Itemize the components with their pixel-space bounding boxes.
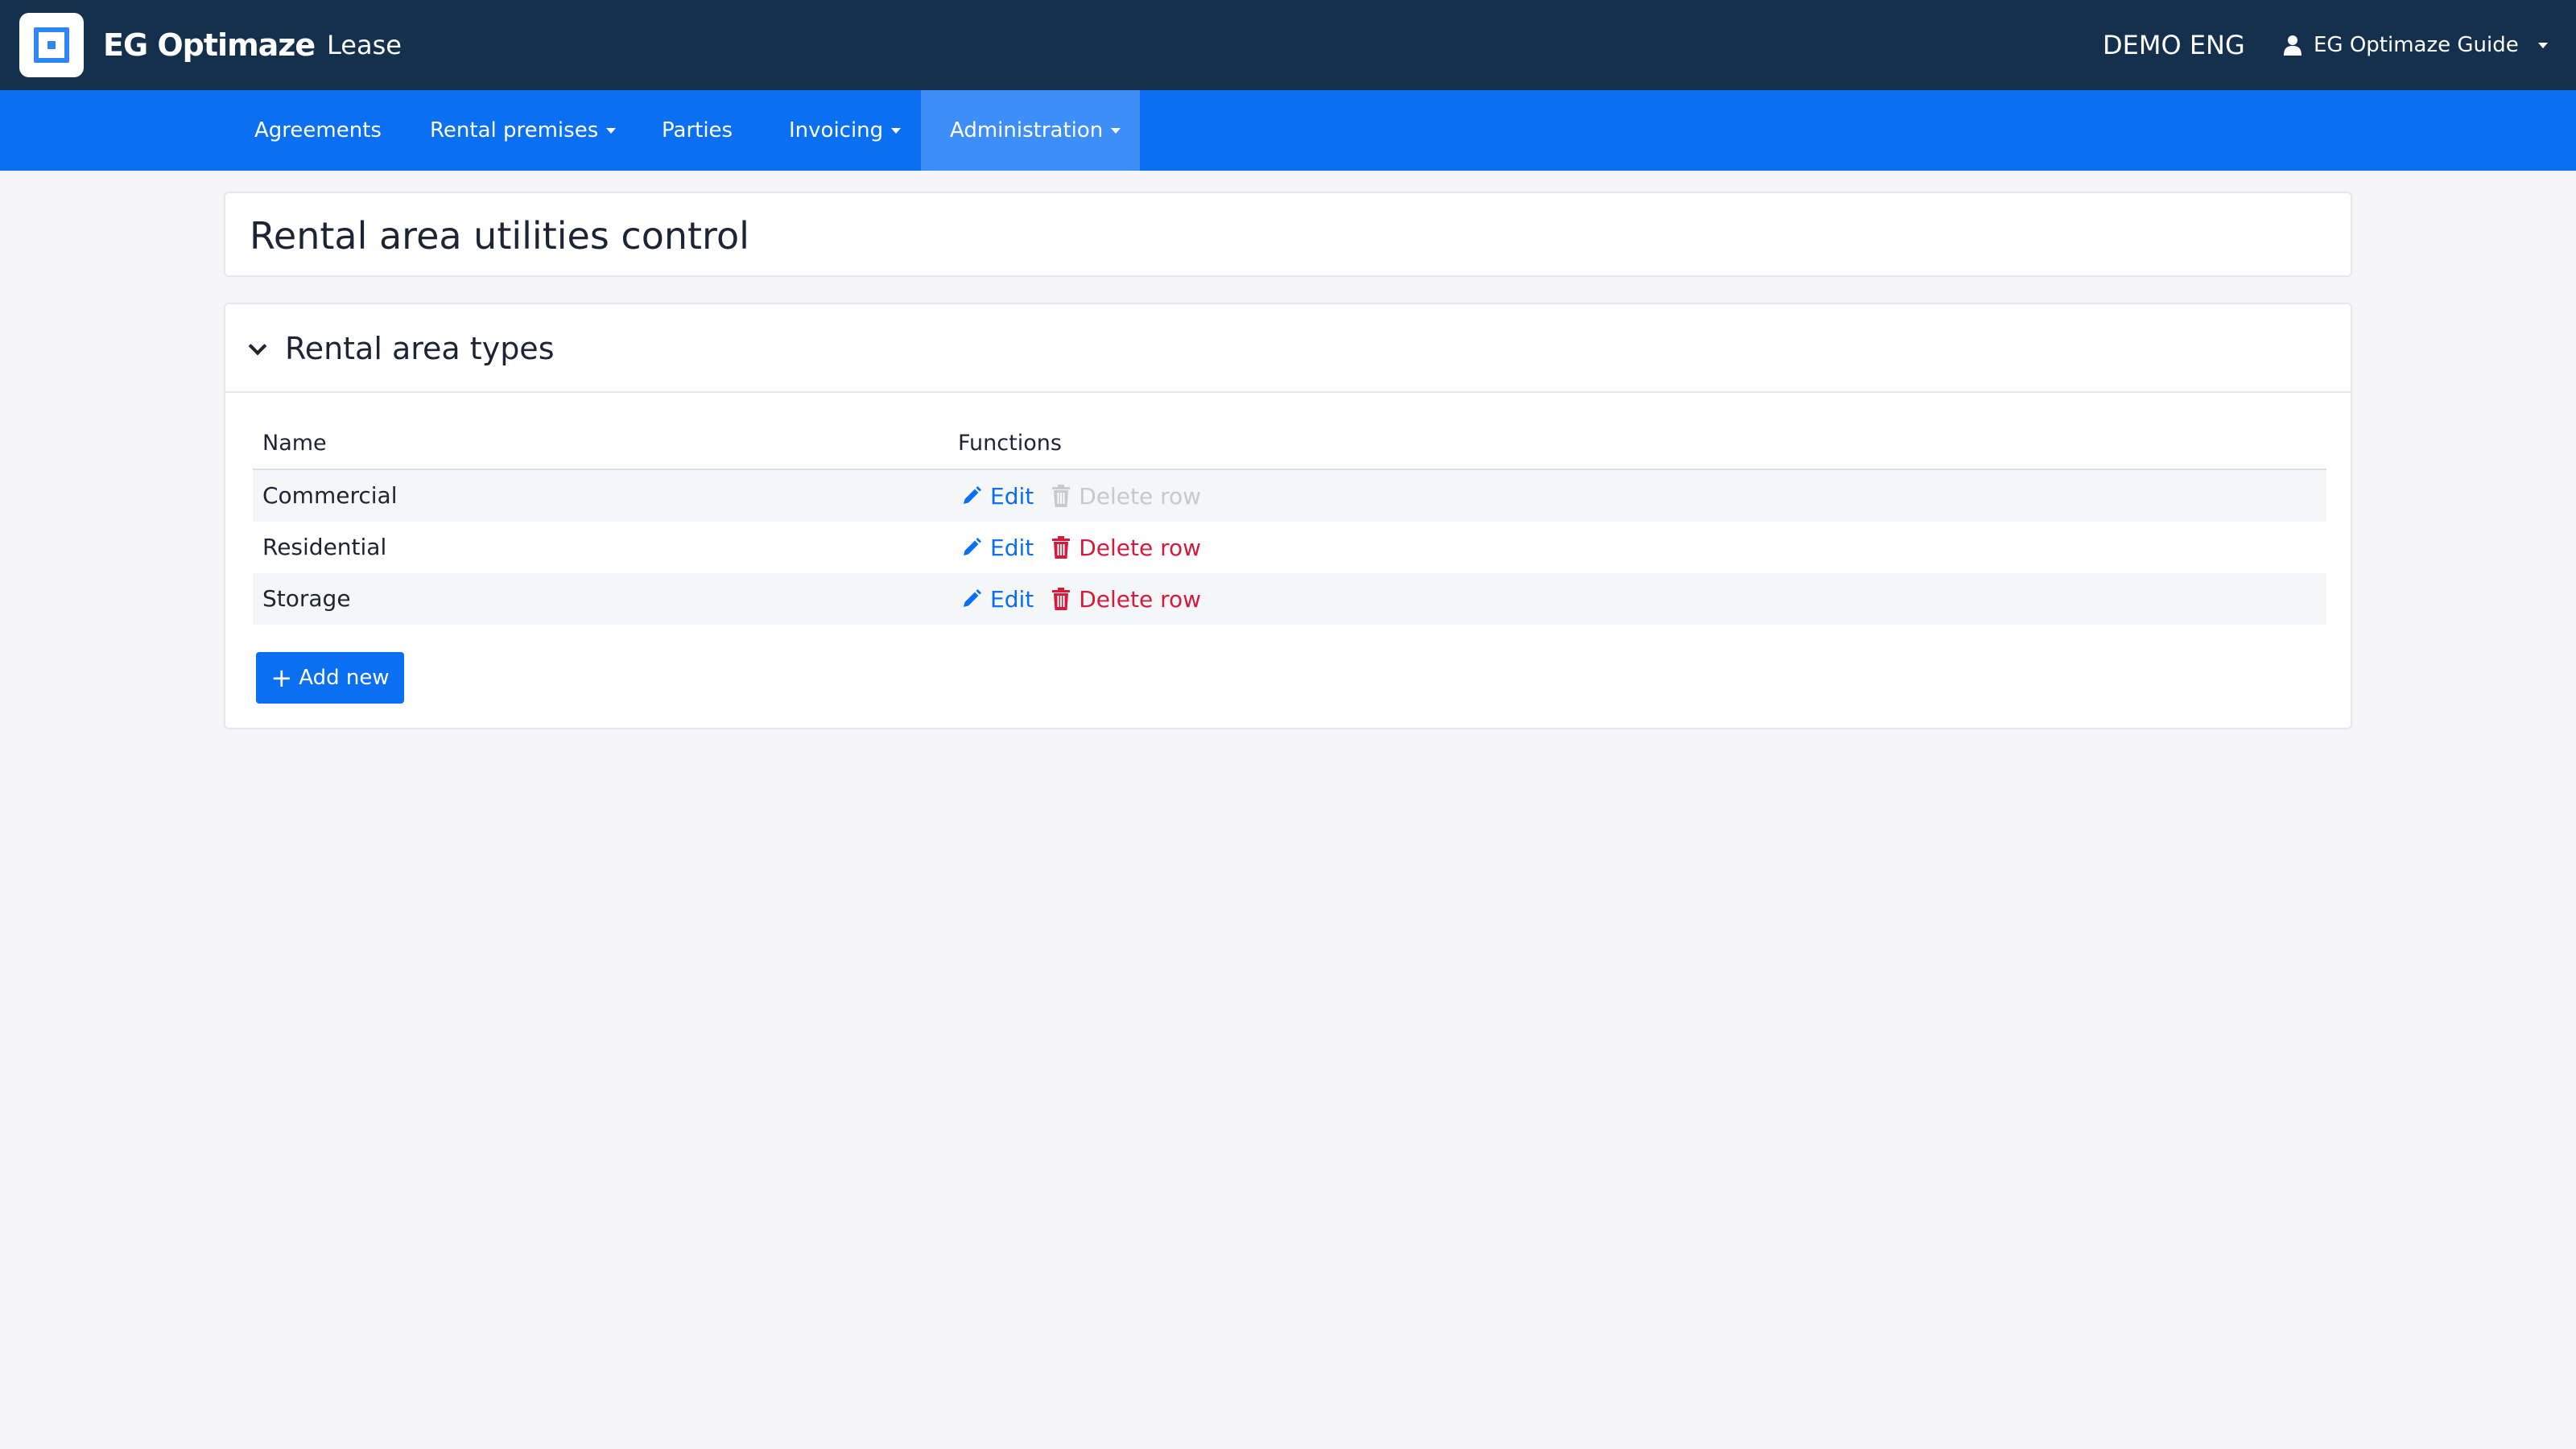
trash-icon <box>1052 536 1071 559</box>
brand-name[interactable]: EG Optimaze <box>103 24 316 66</box>
caret-down-icon <box>891 128 902 134</box>
pencil-icon <box>964 589 981 607</box>
add-new-label: Add new <box>299 666 390 690</box>
edit-button[interactable]: Edit <box>961 535 1034 561</box>
nav-item-label: Parties <box>662 118 733 142</box>
row-functions: Edit Delete row <box>961 573 1201 625</box>
edit-label: Edit <box>990 482 1034 510</box>
delete-label: Delete row <box>1079 585 1202 613</box>
pencil-icon <box>964 538 981 555</box>
table-row: Commercial Edit Delete row <box>253 470 2326 522</box>
caret-down-icon <box>606 128 617 134</box>
module-name: Lease <box>327 30 402 60</box>
tenant-name: DEMO ENG <box>2103 30 2245 60</box>
user-icon <box>2284 35 2301 56</box>
row-name: Storage <box>262 585 351 612</box>
page-title: Rental area utilities control <box>250 214 749 258</box>
section-title: Rental area types <box>285 331 555 366</box>
logo-inner-square <box>47 41 56 49</box>
logo-outer-square <box>34 27 69 63</box>
row-functions: Edit Delete row <box>961 470 1201 522</box>
section-header-toggle[interactable]: Rental area types <box>225 304 2351 393</box>
nav-item-invoicing[interactable]: Invoicing <box>760 90 930 171</box>
row-name: Commercial <box>262 482 398 509</box>
nav-item-parties[interactable]: Parties <box>633 90 762 171</box>
delete-label: Delete row <box>1079 534 1202 561</box>
table-header: Name Functions <box>253 417 2326 470</box>
table-row: Storage Edit Delete row <box>253 573 2326 625</box>
delete-row-button: Delete row <box>1051 483 1201 510</box>
user-name: EG Optimaze Guide <box>2314 33 2519 57</box>
edit-label: Edit <box>990 585 1034 613</box>
edit-button[interactable]: Edit <box>961 586 1034 613</box>
nav-item-label: Invoicing <box>789 118 884 142</box>
trash-icon <box>1052 588 1071 610</box>
nav-item-agreements[interactable]: Agreements <box>225 90 411 171</box>
nav-item-administration[interactable]: Administration <box>921 90 1140 171</box>
table-row: Residential Edit Delete row <box>253 522 2326 573</box>
plus-icon: + <box>270 663 293 693</box>
delete-row-button[interactable]: Delete row <box>1051 535 1201 561</box>
nav-item-label: Agreements <box>254 118 382 142</box>
rental-area-types-panel: Rental area types Name Functions Commerc… <box>224 303 2352 729</box>
caret-down-icon <box>1111 128 1121 134</box>
column-header-name: Name <box>262 431 327 456</box>
rental-area-types-table: Name Functions Commercial Edit Delete ro… <box>253 417 2326 625</box>
edit-label: Edit <box>990 534 1034 561</box>
pencil-icon <box>964 486 981 504</box>
nav-item-label: Administration <box>950 118 1104 142</box>
delete-label: Delete row <box>1079 482 1202 510</box>
row-name: Residential <box>262 534 387 560</box>
caret-down-icon <box>2537 42 2548 48</box>
nav-item-label: Rental premises <box>430 118 599 142</box>
user-menu[interactable]: EG Optimaze Guide <box>2283 24 2548 66</box>
trash-icon <box>1052 485 1071 507</box>
delete-row-button[interactable]: Delete row <box>1051 586 1201 613</box>
add-new-button[interactable]: + Add new <box>256 652 404 704</box>
top-bar: EG Optimaze Lease DEMO ENG EG Optimaze G… <box>0 0 2576 90</box>
edit-button[interactable]: Edit <box>961 483 1034 510</box>
column-header-functions: Functions <box>958 431 1062 456</box>
row-functions: Edit Delete row <box>961 522 1201 573</box>
chevron-down-icon <box>248 336 267 356</box>
eg-logo-icon[interactable] <box>19 13 84 77</box>
nav-item-rental-premises[interactable]: Rental premises <box>401 90 645 171</box>
page-title-card: Rental area utilities control <box>224 192 2352 277</box>
main-navigation: Agreements Rental premises Parties Invoi… <box>0 90 2576 171</box>
